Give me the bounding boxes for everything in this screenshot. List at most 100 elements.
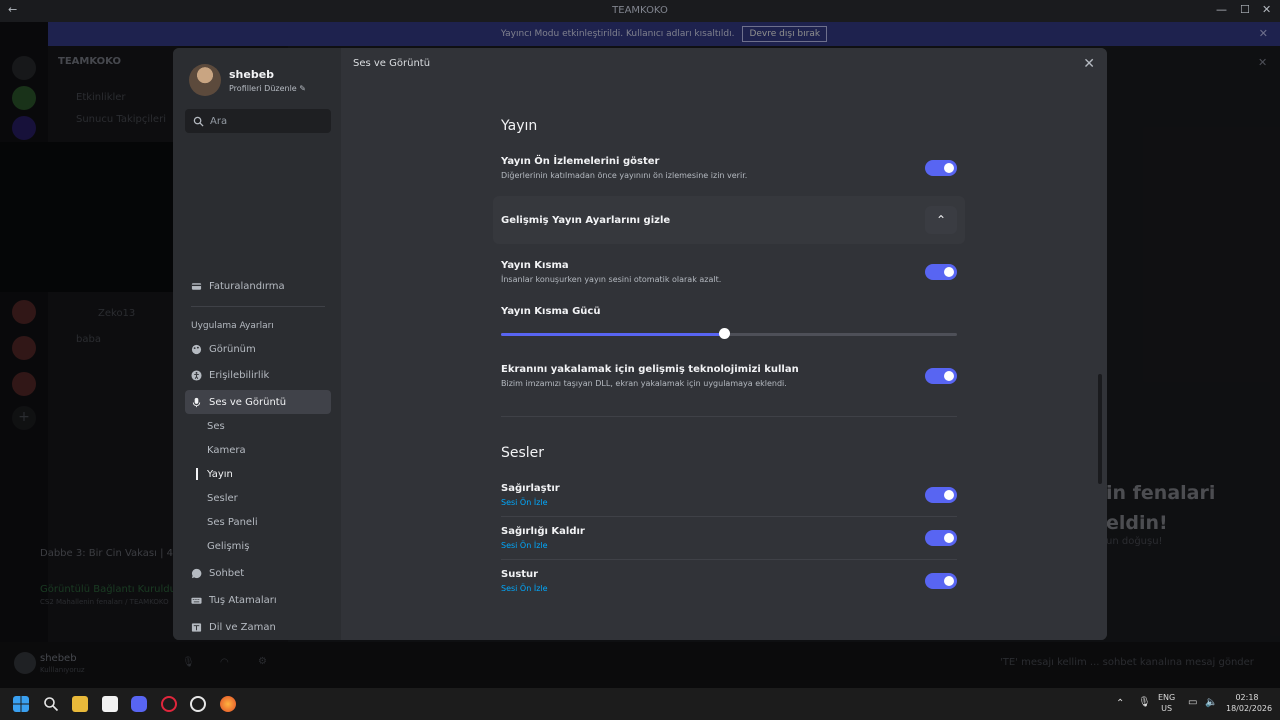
- sidebar-item-label: Tuş Atamaları: [209, 594, 277, 606]
- taskbar: ⌃ 🎙 ENG US ▭ 🔈 02:18 18/02/2026: [0, 688, 1280, 720]
- section-title-stream: Yayın: [501, 118, 538, 134]
- preview-sound-link[interactable]: Sesi Ön İzle: [501, 541, 585, 550]
- microphone-icon: [192, 397, 201, 407]
- deafen-sound-toggle[interactable]: [925, 487, 957, 503]
- setting-sound-mute: Sustur Sesi Ön İzle: [501, 569, 957, 593]
- sidebar-item-label: Erişilebilirlik: [209, 369, 270, 381]
- file-explorer-icon[interactable]: [72, 696, 88, 712]
- setting-desc: Bizim imzamızı taşıyan DLL, ekran yakala…: [501, 379, 787, 388]
- setting-attenuation-strength: Yayın Kısma Gücü: [501, 306, 957, 339]
- windows-start-icon[interactable]: [13, 696, 29, 712]
- microphone-icon[interactable]: 🎙: [1138, 697, 1151, 708]
- advanced-capture-toggle[interactable]: [925, 368, 957, 384]
- attenuation-strength-slider[interactable]: [501, 328, 957, 339]
- settings-modal: shebeb Profilleri Düzenle ✎ Ara Faturala…: [173, 48, 1107, 640]
- volume-icon[interactable]: 🔈: [1205, 697, 1217, 708]
- setting-sound-undeafen: Sağırlığı Kaldır Sesi Ön İzle: [501, 526, 957, 550]
- sidebar-sub-soundboard[interactable]: Ses Paneli: [185, 510, 331, 534]
- section-title-sounds: Sesler: [501, 445, 545, 461]
- mute-sound-toggle[interactable]: [925, 573, 957, 589]
- chevron-up-icon[interactable]: ⌃: [1116, 698, 1124, 709]
- firefox-icon[interactable]: [220, 696, 236, 712]
- pencil-icon: ✎: [299, 83, 306, 93]
- profile-name: shebeb: [229, 67, 275, 81]
- card-icon: [191, 282, 202, 290]
- setting-title: Sağırlaştır: [501, 483, 560, 494]
- sidebar-item-billing[interactable]: Faturalandırma: [185, 274, 331, 298]
- app-settings-header: Uygulama Ayarları: [191, 321, 274, 331]
- sidebar-item-label: Sohbet: [209, 567, 245, 579]
- undeafen-sound-toggle[interactable]: [925, 530, 957, 546]
- settings-nav: Faturalandırma Uygulama Ayarları Görünüm…: [185, 135, 331, 639]
- discord-icon[interactable]: [131, 696, 147, 712]
- setting-desc: İnsanlar konuşurken yayın sesini otomati…: [501, 275, 722, 284]
- sidebar-sub-sounds[interactable]: Sesler: [185, 486, 331, 510]
- settings-sidebar: shebeb Profilleri Düzenle ✎ Ara Faturala…: [173, 48, 341, 640]
- setting-stream-preview: Yayın Ön İzlemelerini göster Diğerlerini…: [501, 156, 957, 180]
- minimize-icon[interactable]: —: [1216, 3, 1227, 16]
- sidebar-item-accessibility[interactable]: Erişilebilirlik: [185, 363, 331, 387]
- setting-advanced-stream[interactable]: Gelişmiş Yayın Ayarlarını gizle ⌃: [493, 196, 965, 244]
- settings-content: Ses ve Görüntü ✕ Yayın Yayın Ön İzlemele…: [341, 48, 1107, 640]
- preview-sound-link[interactable]: Sesi Ön İzle: [501, 498, 560, 507]
- palette-icon: [191, 344, 202, 354]
- search-icon[interactable]: [43, 696, 59, 712]
- divider: [191, 306, 325, 307]
- settings-search[interactable]: Ara: [185, 109, 331, 133]
- profile-card[interactable]: shebeb Profilleri Düzenle ✎: [189, 64, 306, 96]
- settings-panel: Yayın Yayın Ön İzlemelerini göster Diğer…: [493, 118, 965, 593]
- clock[interactable]: 02:18 18/02/2026: [1226, 692, 1273, 714]
- setting-stream-attenuation: Yayın Kısma İnsanlar konuşurken yayın se…: [501, 260, 957, 284]
- setting-title: Yayın Ön İzlemelerini göster: [501, 156, 660, 167]
- slider-fill: [501, 333, 725, 336]
- time-label: 02:18: [1235, 693, 1259, 702]
- stream-preview-toggle[interactable]: [925, 160, 957, 176]
- slider-knob[interactable]: [719, 328, 731, 339]
- chat-icon: [191, 568, 202, 578]
- setting-title: Yayın Kısma: [501, 260, 569, 271]
- divider: [501, 559, 957, 560]
- sidebar-sub-advanced[interactable]: Gelişmiş: [185, 534, 331, 558]
- sidebar-item-label: Faturalandırma: [209, 280, 285, 292]
- sidebar-sub-stream[interactable]: Yayın: [185, 462, 331, 486]
- sidebar-item-label: Görünüm: [209, 343, 256, 355]
- sidebar-item-appearance[interactable]: Görünüm: [185, 337, 331, 361]
- steam-icon[interactable]: [190, 696, 206, 712]
- opera-icon[interactable]: [161, 696, 177, 712]
- edit-profile-link[interactable]: Profilleri Düzenle ✎: [229, 84, 306, 93]
- search-icon: [193, 116, 204, 127]
- sidebar-item-language[interactable]: Dil ve Zaman: [185, 615, 331, 639]
- sidebar-sub-camera[interactable]: Kamera: [185, 438, 331, 462]
- divider: [501, 516, 957, 517]
- store-icon[interactable]: [102, 696, 118, 712]
- preview-sound-link[interactable]: Sesi Ön İzle: [501, 584, 548, 593]
- setting-desc: Diğerlerinin katılmadan önce yayınını ön…: [501, 171, 748, 180]
- edit-profile-label: Profilleri Düzenle: [229, 83, 297, 93]
- bg-close-icon[interactable]: ✕: [1258, 56, 1267, 69]
- maximize-icon[interactable]: ☐: [1240, 3, 1250, 16]
- region-label: US: [1161, 704, 1173, 713]
- language-indicator[interactable]: ENG US: [1158, 692, 1175, 714]
- setting-title: Yayın Kısma Gücü: [501, 306, 601, 317]
- chevron-up-icon[interactable]: ⌃: [925, 206, 957, 234]
- close-icon[interactable]: ✕: [1083, 56, 1095, 72]
- scrollbar[interactable]: [1098, 374, 1102, 484]
- close-window-icon[interactable]: ✕: [1262, 3, 1271, 16]
- setting-title: Sustur: [501, 569, 539, 580]
- setting-advanced-capture: Ekranını yakalamak için gelişmiş teknolo…: [501, 364, 957, 388]
- page-title: Ses ve Görüntü: [353, 58, 431, 69]
- date-label: 18/02/2026: [1226, 704, 1273, 713]
- sidebar-item-keybinds[interactable]: Tuş Atamaları: [185, 588, 331, 612]
- sidebar-item-chat[interactable]: Sohbet: [185, 561, 331, 585]
- sidebar-item-voice-video[interactable]: Ses ve Görüntü: [185, 390, 331, 414]
- network-icon[interactable]: ▭: [1188, 697, 1197, 708]
- search-input[interactable]: Ara: [210, 116, 227, 127]
- stream-attenuation-toggle[interactable]: [925, 264, 957, 280]
- window-title: TEAMKOKO: [612, 5, 668, 16]
- divider: [501, 416, 957, 417]
- accessibility-icon: [191, 369, 202, 381]
- avatar: [189, 64, 221, 96]
- language-icon: [191, 622, 202, 632]
- setting-title: Gelişmiş Yayın Ayarlarını gizle: [501, 214, 671, 226]
- sidebar-sub-voice[interactable]: Ses: [185, 414, 331, 438]
